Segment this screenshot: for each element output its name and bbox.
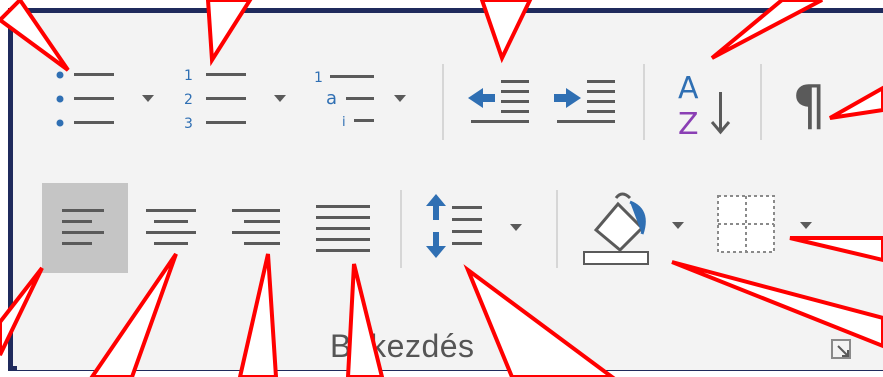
align-left-button[interactable]	[42, 183, 128, 273]
show-formatting-marks-button[interactable]: ¶	[788, 72, 834, 134]
borders-button[interactable]	[712, 190, 828, 266]
justify-button[interactable]	[306, 183, 378, 273]
align-right-icon	[232, 209, 280, 245]
multilevel-glyph: 1	[314, 70, 323, 86]
separator	[643, 64, 645, 140]
multilevel-list-icon: 1 a i	[314, 70, 374, 130]
sort-letter-a: A	[678, 71, 699, 106]
shading-button[interactable]	[578, 190, 694, 266]
multilevel-list-button[interactable]: 1 a i	[308, 62, 426, 134]
increase-indent-icon	[554, 80, 615, 123]
separator	[400, 190, 402, 268]
align-left-icon	[62, 209, 104, 245]
sort-letter-z: Z	[678, 107, 699, 138]
decrease-indent-icon	[468, 80, 529, 123]
dialog-launcher-icon	[831, 339, 851, 359]
separator	[556, 190, 558, 268]
chevron-down-icon[interactable]	[394, 95, 406, 102]
sort-button[interactable]: A Z	[670, 64, 740, 138]
multilevel-glyph: i	[342, 115, 346, 130]
numbering-digit: 2	[184, 92, 193, 108]
numbering-digit: 3	[184, 116, 193, 132]
bullets-button[interactable]	[46, 62, 164, 134]
dialog-launcher-button[interactable]	[830, 338, 854, 362]
pilcrow-icon: ¶	[792, 74, 826, 134]
separator	[442, 64, 444, 140]
align-center-button[interactable]	[136, 183, 206, 273]
increase-indent-button[interactable]	[551, 76, 619, 124]
chevron-down-icon[interactable]	[800, 222, 812, 229]
align-center-icon	[146, 209, 196, 245]
multilevel-glyph: a	[326, 88, 337, 109]
chevron-down-icon[interactable]	[672, 222, 684, 229]
pilcrow-glyph: ¶	[792, 74, 826, 134]
line-spacing-button[interactable]	[420, 192, 532, 264]
numbering-button[interactable]: 1 2 3	[178, 62, 296, 134]
numbering-digit: 1	[184, 68, 193, 84]
sort-az-icon: A Z	[678, 71, 731, 138]
align-right-button[interactable]	[222, 183, 292, 273]
decrease-indent-button[interactable]	[465, 76, 533, 124]
chevron-down-icon[interactable]	[142, 95, 154, 102]
chevron-down-icon[interactable]	[510, 224, 522, 231]
justify-icon	[316, 205, 370, 252]
chevron-down-icon[interactable]	[274, 95, 286, 102]
group-label: Bekezdés	[330, 328, 475, 364]
separator	[760, 64, 762, 140]
